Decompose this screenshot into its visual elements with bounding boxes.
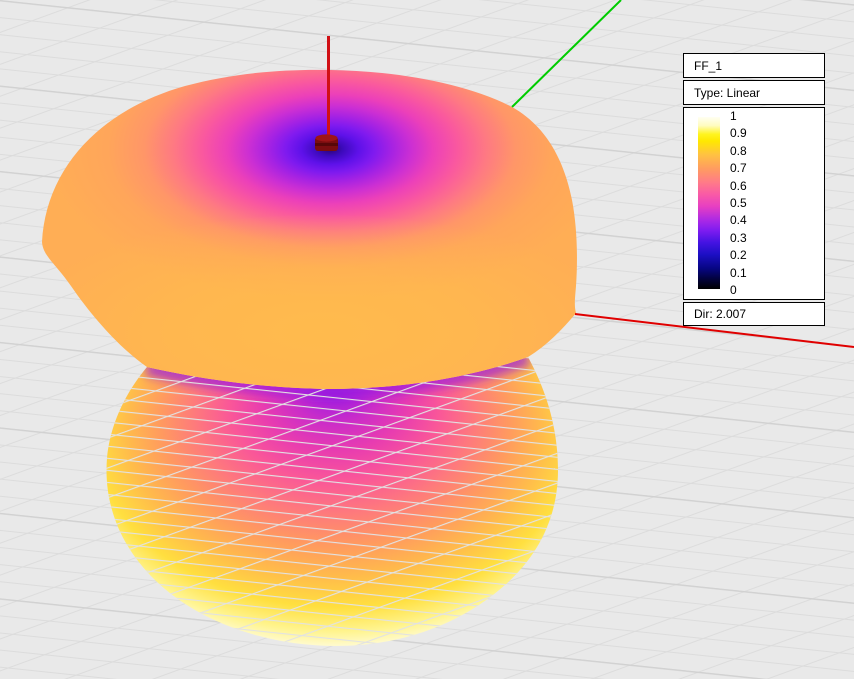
scale-type-label: Type: Linear (694, 86, 760, 100)
farfield-plot-name: FF_1 (694, 59, 722, 73)
directivity-label: Dir: 2.007 (694, 307, 746, 321)
colorbar-tick-label: 0 (730, 284, 747, 296)
legend-directivity: Dir: 2.007 (683, 302, 825, 326)
colorbar-tick-label: 0.2 (730, 249, 747, 261)
colorbar-ticks: 1 0.9 0.8 0.7 0.6 0.5 0.4 0.3 0.2 0.1 0 (730, 110, 747, 296)
antenna-feed-stub[interactable] (315, 134, 338, 151)
colorbar-tick-label: 0.4 (730, 214, 747, 226)
colorbar-swatch (698, 117, 720, 289)
legend-panel: FF_1 Type: Linear 1 0.9 0.8 0.7 0.6 0.5 0.4 0.3… (683, 53, 825, 326)
legend-type: Type: Linear (683, 80, 825, 105)
colorbar-tick-label: 0.3 (730, 232, 747, 244)
colorbar-tick-label: 1 (730, 110, 747, 122)
colorbar-tick-label: 0.6 (730, 180, 747, 192)
colorbar-tick-label: 0.5 (730, 197, 747, 209)
legend-colorbar: 1 0.9 0.8 0.7 0.6 0.5 0.4 0.3 0.2 0.1 0 (683, 107, 825, 300)
colorbar-tick-label: 0.9 (730, 127, 747, 139)
colorbar-tick-label: 0.8 (730, 145, 747, 157)
colorbar-tick-label: 0.1 (730, 267, 747, 279)
legend-title: FF_1 (683, 53, 825, 78)
colorbar-tick-label: 0.7 (730, 162, 747, 174)
3d-viewport[interactable]: FF_1 Type: Linear 1 0.9 0.8 0.7 0.6 0.5 0.4 0.3… (0, 0, 854, 679)
